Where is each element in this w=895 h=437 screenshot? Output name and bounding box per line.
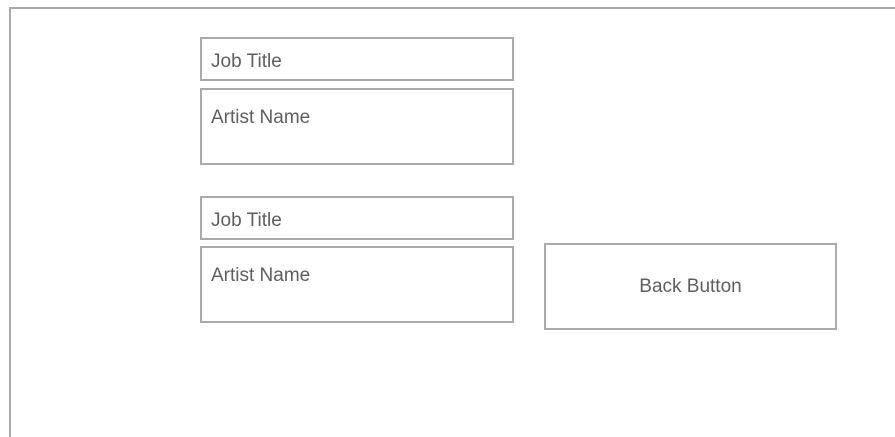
job-title-field[interactable]: Job Title [200,196,514,240]
back-button[interactable]: Back Button [544,243,837,330]
job-title-field[interactable]: Job Title [200,37,514,81]
back-button-label: Back Button [639,275,742,297]
artist-name-field[interactable]: Artist Name [200,246,514,323]
artist-name-field[interactable]: Artist Name [200,88,514,165]
